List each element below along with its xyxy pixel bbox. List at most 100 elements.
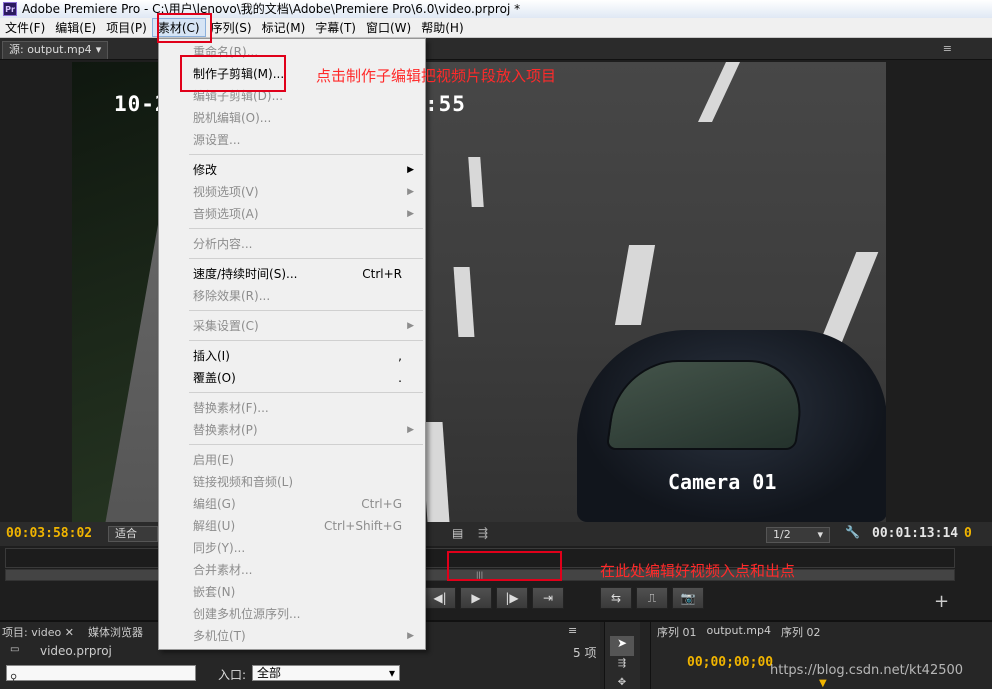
menu-item-0[interactable]: 文件(F) [0,18,50,37]
clip-menu-item-4[interactable]: 源设置... [160,129,424,151]
clip-menu-item-label: 同步(Y)... [193,541,246,555]
transport-controls: ◀| ▶ |▶ ⇥ [424,587,564,611]
clip-menu-item-22[interactable]: 嵌套(N) [160,581,424,603]
menu-separator [189,310,423,311]
clip-menu-item-label: 修改 [193,163,218,177]
clip-menu-item-14[interactable]: 替换素材(F)... [160,397,424,419]
clip-menu-item-24[interactable]: 多机位(T) ▶ [160,625,424,647]
export-frame-button[interactable]: 📷 [672,587,704,609]
bottom-panels: 项目: video ✕ 媒体浏览器 ≡ ▭ video.prproj 5 项 ⚲… [0,620,992,689]
track-select-icon[interactable]: ⇶ [478,526,488,540]
annotation-box-inout [447,551,562,581]
panel-menu-icon[interactable]: ≡ [943,42,952,55]
clip-menu-item-9[interactable]: 速度/持续时间(S)... Ctrl+R [160,263,424,285]
clip-menu-item-13[interactable]: 覆盖(O). [160,367,424,389]
resolution-label: 1/2 [773,528,791,541]
tab-sequence-1[interactable]: output.mp4 [707,624,771,640]
project-tab-label: 项目: video [2,626,62,639]
sequence-timecode[interactable]: 00;00;00;00 [687,655,773,670]
tab-source[interactable]: 源: output.mp4 ▾ [2,40,109,59]
clip-menu-item-23[interactable]: 创建多机位源序列... [160,603,424,625]
project-tabbar: 项目: video ✕ 媒体浏览器 [2,624,143,640]
clip-menu-item-3[interactable]: 脱机编辑(O)... [160,107,424,129]
premiere-app-icon: Pr [3,2,17,16]
current-timecode[interactable]: 00:03:58:02 [6,526,92,541]
clip-menu-item-12[interactable]: 插入(I), [160,345,424,367]
ripple-edit-tool-icon[interactable]: ✥ [610,677,634,689]
menu-item-2[interactable]: 项目(P) [101,18,152,37]
program-timecode-partial: 0 [964,526,972,541]
clip-menu-item-10[interactable]: 移除效果(R)... [160,285,424,307]
clip-menu-item-11[interactable]: 采集设置(C) ▶ [160,315,424,337]
menu-item-8[interactable]: 帮助(H) [416,18,468,37]
clip-menu-item-label: 合并素材... [193,563,253,577]
menu-item-7[interactable]: 窗口(W) [361,18,416,37]
overwrite-button[interactable]: ⎍ [636,587,668,609]
menu-item-5[interactable]: 标记(M) [257,18,311,37]
clip-menu-item-label: 覆盖(O) [193,371,236,385]
clip-menu-item-label: 链接视频和音频(L) [193,475,294,489]
clip-menu-item-6[interactable]: 视频选项(V) ▶ [160,181,424,203]
tab-sequence-2[interactable]: 序列 02 [781,624,821,640]
insert-button[interactable]: ⇆ [600,587,632,609]
menu-separator [189,154,423,155]
wrench-icon[interactable]: 🔧 [845,525,860,539]
in-dropdown[interactable]: 全部 ▾ [252,665,400,681]
clip-menu-item-label: 源设置... [193,133,241,147]
sequence-panel: 序列 01 output.mp4 序列 02 00;00;00;00 ▼ [650,622,992,689]
overlay-time-tail: :55 [425,92,466,116]
clip-menu-item-18[interactable]: 编组(G) Ctrl+G [160,493,424,515]
playhead-marker-icon[interactable]: ▼ [819,678,827,689]
submenu-arrow-icon: ▶ [407,321,414,331]
clip-menu-item-label: 多机位(T) [193,629,246,643]
step-forward-button[interactable]: |▶ [496,587,528,609]
track-select-tool-icon[interactable]: ⇶ [610,658,634,674]
search-input[interactable]: ⚲ [6,665,196,684]
submenu-arrow-icon: ▶ [407,165,414,175]
annotation-subclip-note: 点击制作子编辑把视频片段放入项目 [316,67,557,85]
tab-media-browser[interactable]: 媒体浏览器 [88,624,143,640]
selection-tool-icon[interactable]: ➤ [610,636,634,656]
chevron-down-icon[interactable]: ▾ [96,41,102,59]
clip-menu-item-15[interactable]: 替换素材(P) ▶ [160,419,424,441]
clip-menu-item-label: 速度/持续时间(S)... [193,267,298,281]
resolution-dropdown[interactable]: 1/2 ▾ [766,527,830,543]
clip-menu-item-20[interactable]: 同步(Y)... [160,537,424,559]
in-value: 全部 [257,666,282,680]
project-filename: video.prproj [40,644,112,658]
annotation-inout-note: 在此处编辑好视频入点和出点 [600,562,796,580]
program-panel-tabbar [962,38,992,60]
clip-menu-item-label: 替换素材(F)... [193,401,269,415]
fit-dropdown[interactable]: 适合 [108,526,158,542]
clip-menu-item-16[interactable]: 启用(E) [160,449,424,471]
tab-project[interactable]: 项目: video ✕ [2,624,74,640]
submenu-arrow-icon: ▶ [407,631,414,641]
clip-menu-item-8[interactable]: 分析内容... [160,233,424,255]
tab-sequence-0[interactable]: 序列 01 [657,624,697,640]
program-controls-row: 0 [962,522,992,546]
menu-separator [189,340,423,341]
add-button-icon[interactable]: + [934,591,949,612]
menu-item-6[interactable]: 字幕(T) [310,18,361,37]
step-back-button[interactable]: ◀| [424,587,456,609]
shuttle-button[interactable]: ⇥ [532,587,564,609]
shortcut-label: , [398,349,402,363]
panel-menu-icon[interactable]: ≡ [568,624,577,637]
clip-menu-item-5[interactable]: 修改 ▶ [160,159,424,181]
clip-menu-item-21[interactable]: 合并素材... [160,559,424,581]
film-icon[interactable]: ▤ [452,526,463,540]
clip-menu-item-label: 分析内容... [193,237,253,251]
clip-menu-item-17[interactable]: 链接视频和音频(L) [160,471,424,493]
play-button[interactable]: ▶ [460,587,492,609]
menu-item-1[interactable]: 编辑(E) [50,18,101,37]
sequence-tabbar: 序列 01 output.mp4 序列 02 [657,624,820,640]
clip-menu-item-label: 采集设置(C) [193,319,259,333]
clip-menu-item-7[interactable]: 音频选项(A) ▶ [160,203,424,225]
menu-item-4[interactable]: 序列(S) [206,18,257,37]
clip-menu-item-19[interactable]: 解组(U) Ctrl+Shift+G [160,515,424,537]
clip-menu-item-label: 创建多机位源序列... [193,607,301,621]
menubar: 文件(F) 编辑(E) 项目(P) 素材(C) 序列(S) 标记(M) 字幕(T) 窗口(W)… [0,18,992,38]
menu-separator [189,392,423,393]
clip-menu-item-label: 插入(I) [193,349,230,363]
clip-menu-item-label: 音频选项(A) [193,207,259,221]
